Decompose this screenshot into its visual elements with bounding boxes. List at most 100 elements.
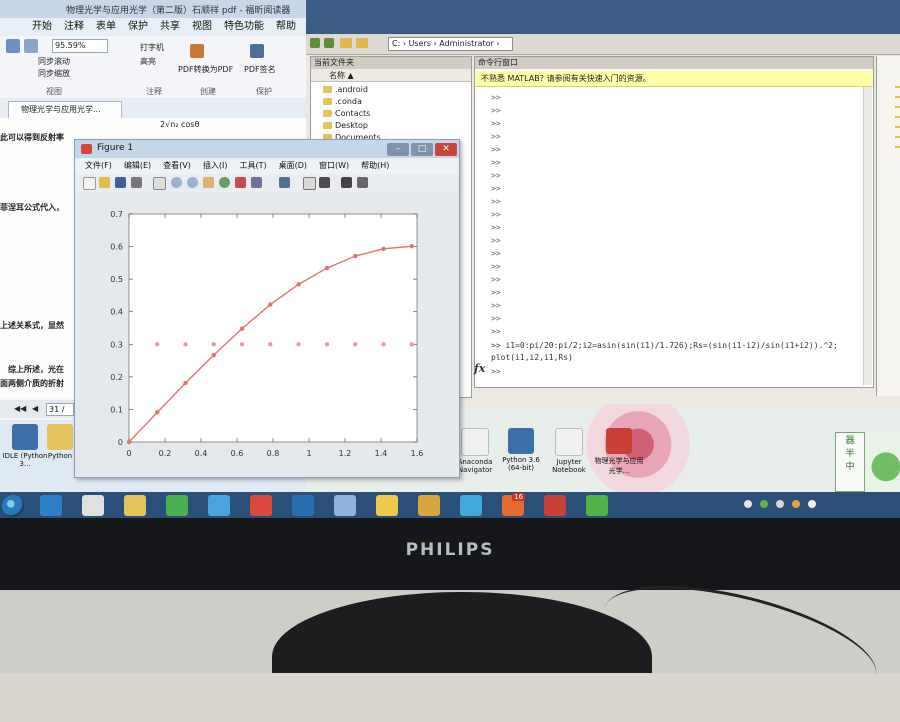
close-button[interactable]: ✕ bbox=[435, 143, 457, 156]
zoom-in-icon[interactable] bbox=[171, 177, 182, 188]
volume-icon[interactable] bbox=[808, 500, 816, 508]
maximize-button[interactable]: □ bbox=[411, 143, 433, 156]
taskbar-sync-icon[interactable] bbox=[460, 495, 482, 516]
show-plot-tools-icon[interactable] bbox=[357, 177, 368, 188]
taskbar-wps-icon[interactable] bbox=[544, 495, 566, 516]
matlab-figure-icon bbox=[81, 144, 92, 154]
tray-icon[interactable] bbox=[776, 500, 784, 508]
figure-menu-help[interactable]: 帮助(H) bbox=[361, 158, 389, 174]
pdf-menu-form[interactable]: 表单 bbox=[96, 18, 116, 36]
print-icon[interactable] bbox=[131, 177, 142, 188]
pdf-menu-share[interactable]: 共享 bbox=[160, 18, 180, 36]
zoom-out-icon[interactable] bbox=[6, 39, 20, 53]
folder-name: .android bbox=[335, 85, 368, 94]
folder-row[interactable]: Desktop bbox=[315, 121, 368, 130]
folder-row[interactable]: .android bbox=[315, 85, 368, 94]
figure-menu-tools[interactable]: 工具(T) bbox=[239, 158, 266, 174]
colorbar-icon[interactable] bbox=[303, 177, 316, 190]
function-browser-icon[interactable]: fx bbox=[474, 362, 485, 375]
pdf-menu-view[interactable]: 视图 bbox=[192, 18, 212, 36]
back-arrow-icon[interactable] bbox=[310, 38, 320, 48]
figure-menu-view[interactable]: 查看(V) bbox=[163, 158, 191, 174]
figure-menu-insert[interactable]: 插入(I) bbox=[203, 158, 228, 174]
figure-canvas[interactable]: 0 0.2 0.4 0.6 0.8 1 1.2 1.4 1.6 0 0.1 0.2 0.3 0.4 0.5 0… bbox=[75, 192, 459, 477]
rotate-3d-icon[interactable] bbox=[219, 177, 230, 188]
hide-plot-tools-icon[interactable] bbox=[341, 177, 352, 188]
desktop-icon-pdf[interactable]: 物理光学与应用光学... bbox=[594, 428, 644, 476]
matlab-getting-started-notice[interactable]: 不熟悉 MATLAB? 请参阅有关快速入门的资源。 bbox=[475, 71, 873, 87]
figure-menu-edit[interactable]: 编辑(E) bbox=[124, 158, 151, 174]
tray-icon[interactable] bbox=[744, 500, 752, 508]
forward-arrow-icon[interactable] bbox=[324, 38, 334, 48]
highlight-button[interactable]: 高亮 bbox=[140, 56, 156, 67]
convert-pdf-button[interactable]: PDF转换为PDF bbox=[178, 64, 233, 75]
legend-icon[interactable] bbox=[319, 177, 330, 188]
pdf-document-tab[interactable]: 物理光学与应用光学... bbox=[8, 101, 122, 118]
folder-up-icon[interactable] bbox=[356, 38, 368, 48]
zoom-input[interactable]: 95.59% bbox=[52, 39, 108, 53]
figure-menu-desktop[interactable]: 桌面(D) bbox=[279, 158, 307, 174]
pdf-menu-home[interactable]: 开始 bbox=[32, 18, 52, 36]
typewriter-button[interactable]: 打字机 bbox=[140, 42, 164, 53]
taskbar-wechat-icon[interactable] bbox=[586, 495, 608, 516]
command-window-scrollbar[interactable] bbox=[863, 87, 872, 385]
data-cursor-icon[interactable] bbox=[235, 177, 246, 188]
folder-icon[interactable] bbox=[340, 38, 352, 48]
new-figure-icon[interactable] bbox=[83, 177, 96, 190]
start-button-icon[interactable] bbox=[2, 495, 24, 517]
page-number-input[interactable]: 31 / bbox=[46, 403, 74, 416]
save-icon[interactable] bbox=[115, 177, 126, 188]
taskbar-sticky-icon[interactable] bbox=[376, 495, 398, 516]
ime-toolbar[interactable]: 器 半 中 bbox=[835, 432, 865, 492]
minimize-button[interactable]: – bbox=[387, 143, 409, 156]
active-prompt[interactable]: >> bbox=[491, 367, 501, 376]
zoom-out-icon[interactable] bbox=[187, 177, 198, 188]
command-line-input[interactable]: plot(i1,i2,i1,Rs) bbox=[491, 353, 573, 362]
desktop-icon-jupyter[interactable]: Jupyter Notebook bbox=[544, 428, 594, 474]
taskbar-youdao-icon[interactable] bbox=[250, 495, 272, 516]
pdf-menu-protect[interactable]: 保护 bbox=[128, 18, 148, 36]
taskbar-ie-icon[interactable] bbox=[40, 495, 62, 516]
command-line-input[interactable]: >> i1=0:pi/20:pi/2;i2=asin(sin(i1)/1.726… bbox=[491, 341, 838, 350]
link-plot-icon[interactable] bbox=[279, 177, 290, 188]
ime-chinese[interactable]: 中 bbox=[836, 459, 864, 472]
brush-icon[interactable] bbox=[251, 177, 262, 188]
taskbar-mail-icon[interactable] bbox=[334, 495, 356, 516]
current-path-field[interactable]: C: › Users › Administrator › bbox=[388, 37, 513, 51]
pdf-sign-button[interactable]: PDF签名 bbox=[244, 64, 276, 75]
folder-row[interactable]: .conda bbox=[315, 97, 362, 106]
open-file-icon[interactable] bbox=[99, 177, 110, 188]
figure-menu-file[interactable]: 文件(F) bbox=[85, 158, 112, 174]
pdf-menu-features[interactable]: 特色功能 bbox=[224, 18, 264, 36]
folder-row[interactable]: Contacts bbox=[315, 109, 370, 118]
tray-icon[interactable] bbox=[760, 500, 768, 508]
first-page-icon[interactable]: ◀◀ bbox=[14, 404, 26, 413]
sync-zoom-button[interactable]: 同步缩放 bbox=[38, 68, 70, 79]
taskbar-store-icon[interactable] bbox=[418, 495, 440, 516]
taskbar-media-icon[interactable] bbox=[82, 495, 104, 516]
taskbar-explorer-icon[interactable] bbox=[124, 495, 146, 516]
plot-area[interactable] bbox=[128, 213, 418, 443]
figure-menu-window[interactable]: 窗口(W) bbox=[319, 158, 349, 174]
pdf-sign-icon[interactable] bbox=[250, 44, 264, 58]
command-window[interactable]: 命令行窗口 不熟悉 MATLAB? 请参阅有关快速入门的资源。 >> >> >> >>… bbox=[474, 56, 874, 388]
zoom-in-icon[interactable] bbox=[24, 39, 38, 53]
pan-hand-icon[interactable] bbox=[203, 177, 214, 188]
desktop-icon-python36[interactable]: Python 3.6 (64-bit) bbox=[496, 428, 546, 472]
tray-icon[interactable] bbox=[792, 500, 800, 508]
pdf-convert-icon[interactable] bbox=[190, 44, 204, 58]
taskbar-360-browser-icon[interactable] bbox=[166, 495, 188, 516]
plot-axes[interactable]: 0 0.2 0.4 0.6 0.8 1 1.2 1.4 1.6 0 0.1 0.2 0.3 0.4 0.5 0… bbox=[75, 192, 459, 477]
taskbar-feishu-icon[interactable] bbox=[208, 495, 230, 516]
ime-half-width[interactable]: 半 bbox=[836, 446, 864, 459]
pdf-menu-comment[interactable]: 注释 bbox=[64, 18, 84, 36]
figure-titlebar[interactable]: Figure 1 – □ ✕ bbox=[75, 140, 459, 158]
taskbar-outlook-icon[interactable] bbox=[292, 495, 314, 516]
pdf-menu-help[interactable]: 帮助 bbox=[276, 18, 296, 36]
name-column-header[interactable]: 名称 ▲ bbox=[311, 69, 471, 82]
pointer-icon[interactable] bbox=[153, 177, 166, 190]
sync-scroll-button[interactable]: 同步滚动 bbox=[38, 56, 70, 67]
pdf-titlebar[interactable]: 物理光学与应用光学（第二版）石顺祥 pdf - 福昕阅读器 bbox=[0, 0, 306, 18]
system-tray[interactable] bbox=[742, 498, 842, 512]
prev-page-icon[interactable]: ◀ bbox=[32, 404, 38, 413]
